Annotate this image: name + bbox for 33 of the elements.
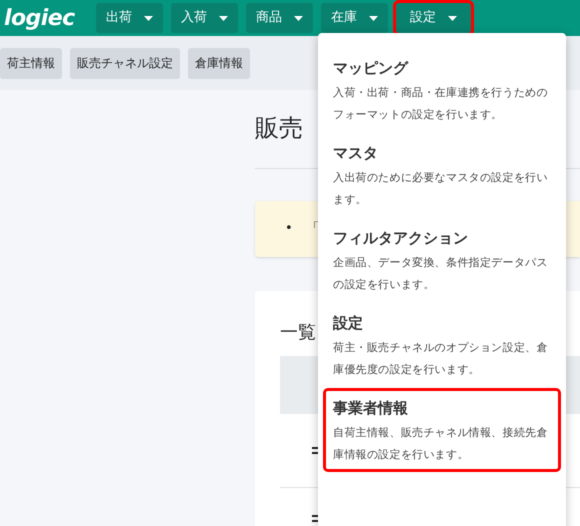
menu-item-title: 設定 (333, 313, 364, 334)
nav-menu-button[interactable]: 出荷 (96, 3, 163, 33)
caret-icon (294, 16, 303, 20)
nav-menu-button[interactable]: 設定 (396, 3, 471, 33)
menu-item[interactable]: 事業者情報 自荷主情報、販売チャネル情報、接続先倉庫情報の設定を行います。 (326, 391, 558, 469)
menu-item[interactable]: マッピング 入荷・出荷・商品・在庫連携を行うためのフォーマットの設定を行います。 (326, 51, 558, 129)
menu-item-title: マッピング (333, 58, 410, 79)
menu-item[interactable]: 設定 荷主・販売チャネルのオプション設定、倉庫優先度の設定を行います。 (326, 306, 558, 384)
logo: logiec (4, 4, 76, 32)
menu-item-description: 荷主・販売チャネルのオプション設定、倉庫優先度の設定を行います。 (333, 340, 549, 378)
sub-nav-button[interactable]: 荷主情報 (0, 48, 62, 78)
caret-icon (369, 16, 378, 20)
caret-icon (219, 16, 228, 20)
caret-icon (144, 16, 153, 20)
menu-item-title: フィルタアクション (333, 228, 469, 249)
menu-item[interactable]: フィルタアクション 企画品、データ変換、条件指定データパスの設定を行います。 (326, 221, 558, 299)
bullet: • (285, 220, 293, 238)
notice-text: 「 (306, 220, 320, 238)
nav-menu-button[interactable]: 商品 (246, 3, 313, 33)
menu-item[interactable]: マスタ 入出荷のために必要なマスタの設定を行います。 (326, 136, 558, 214)
nav-menu-button[interactable]: 入荷 (171, 3, 238, 33)
menu-item-description: 企画品、データ変換、条件指定データパスの設定を行います。 (333, 255, 549, 293)
sub-nav-button[interactable]: 倉庫情報 (188, 48, 250, 78)
menu-item-title: マスタ (333, 143, 379, 164)
page-title: 販売 (255, 114, 303, 142)
menu-item-title: 事業者情報 (333, 398, 409, 419)
caret-icon (448, 16, 457, 20)
sub-nav-button[interactable]: 販売チャネル設定 (70, 48, 180, 78)
menu-item-description: 自荷主情報、販売チャネル情報、接続先倉庫情報の設定を行います。 (333, 425, 549, 463)
nav-menu-button[interactable]: 在庫 (321, 3, 388, 33)
card-title: 一覧 (280, 322, 316, 343)
menu-item-description: 入荷・出荷・商品・在庫連携を行うためのフォーマットの設定を行います。 (333, 85, 549, 123)
menu-item-description: 入出荷のために必要なマスタの設定を行います。 (333, 170, 549, 208)
